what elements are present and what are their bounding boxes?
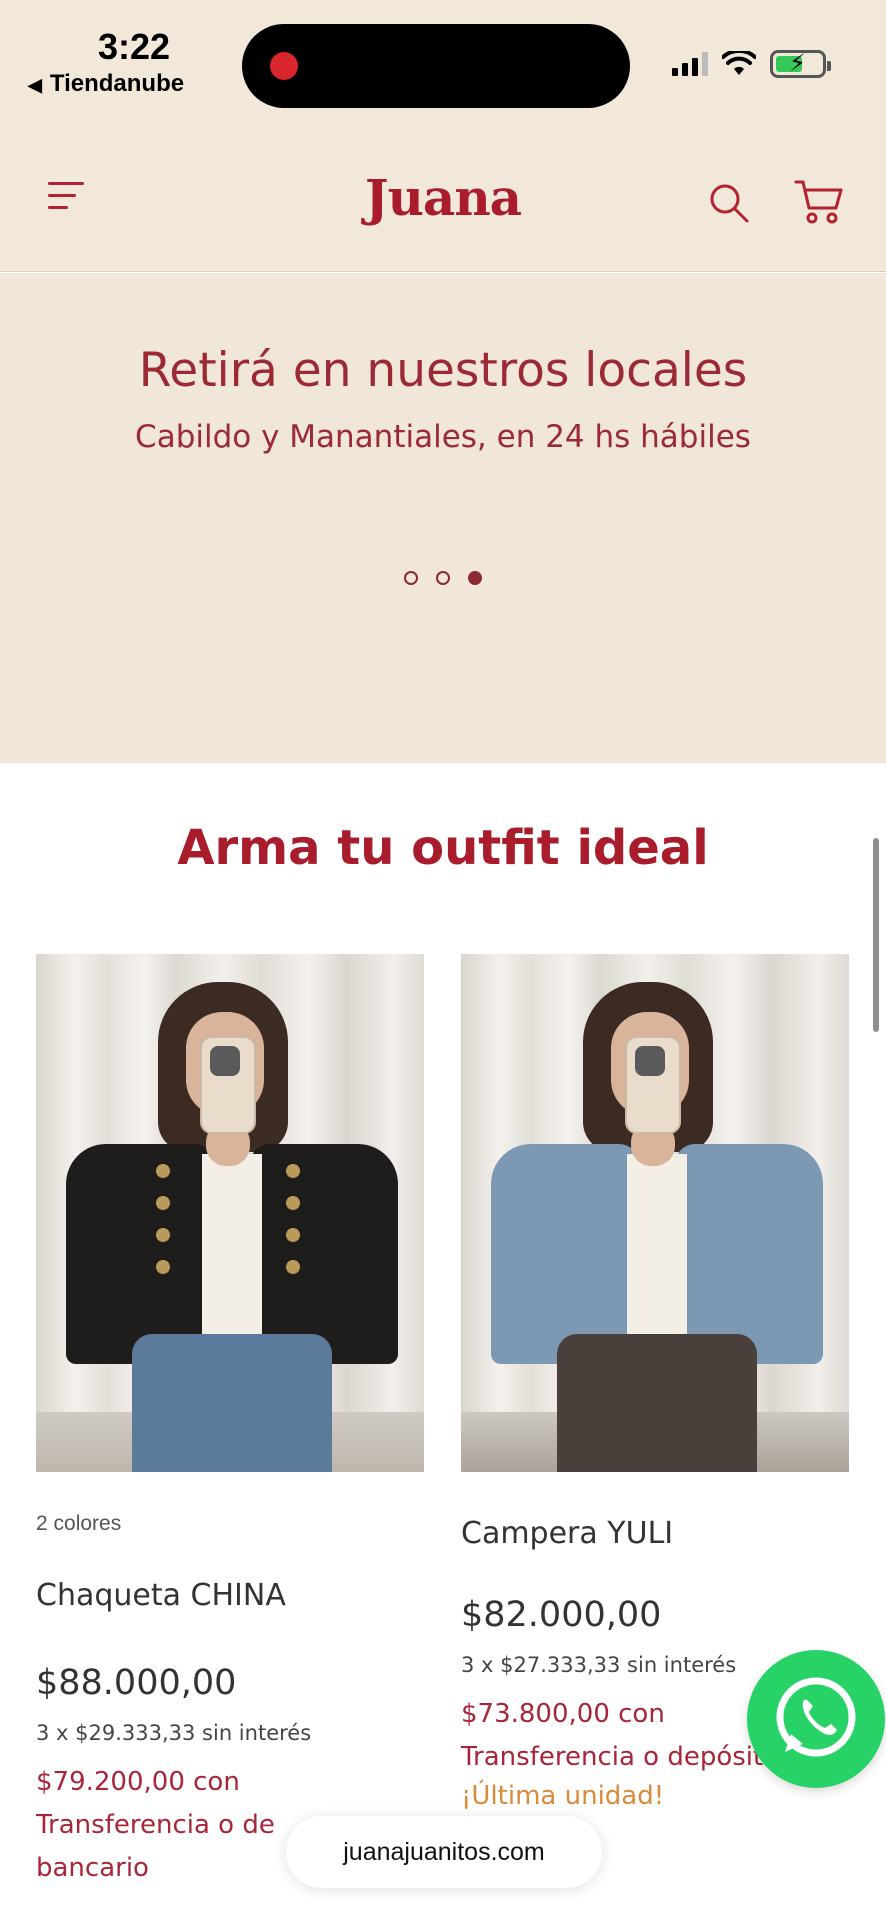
- cellular-signal-icon: [672, 52, 708, 76]
- product-card[interactable]: 2 colores Chaqueta CHINA $88.000,00 3 x …: [36, 954, 424, 1890]
- whatsapp-icon: [776, 1677, 856, 1757]
- promo-banner-carousel[interactable]: Retirá en nuestros locales Cabildo y Man…: [0, 273, 886, 763]
- product-name[interactable]: Chaqueta CHINA: [36, 1578, 424, 1613]
- product-price: $88.000,00: [36, 1663, 237, 1703]
- carousel-dot-3[interactable]: [468, 571, 482, 585]
- url-bar[interactable]: juanajuanitos.com: [286, 1816, 602, 1888]
- back-app-label: Tiendanube: [49, 70, 185, 97]
- carousel-dot-2[interactable]: [436, 571, 450, 585]
- dynamic-island: [242, 24, 630, 108]
- page-scrollbar[interactable]: [873, 838, 879, 1032]
- product-price: $82.000,00: [461, 1595, 662, 1635]
- back-to-app-link[interactable]: ◀ Tiendanube: [28, 70, 184, 98]
- status-indicators: ⚡: [672, 49, 831, 78]
- banner-title: Retirá en nuestros locales: [138, 343, 748, 398]
- carousel-pagination: [0, 571, 886, 585]
- recording-indicator-icon: [270, 52, 298, 80]
- status-bar: 3:22 ◀ Tiendanube ⚡: [0, 0, 886, 130]
- product-color-count: 2 colores: [36, 1512, 122, 1535]
- banner-subtitle: Cabildo y Manantiales, en 24 hs hábiles: [135, 419, 751, 455]
- product-image[interactable]: [461, 954, 849, 1472]
- wifi-icon: [722, 51, 756, 75]
- site-header: Juana: [0, 130, 886, 272]
- battery-icon: ⚡: [770, 49, 831, 78]
- search-icon[interactable]: [708, 182, 750, 224]
- product-image[interactable]: [36, 954, 424, 1472]
- cart-icon[interactable]: [794, 178, 844, 226]
- back-arrow-icon: ◀: [28, 75, 42, 95]
- carousel-dot-1[interactable]: [404, 571, 418, 585]
- section-title: Arma tu outfit ideal: [177, 820, 709, 876]
- whatsapp-chat-button[interactable]: [747, 1650, 885, 1788]
- status-time: 3:22: [98, 26, 171, 67]
- brand-logo[interactable]: Juana: [0, 168, 886, 227]
- product-installments: 3 x $29.333,33 sin interés: [36, 1721, 312, 1745]
- product-name[interactable]: Campera YULI: [461, 1516, 849, 1551]
